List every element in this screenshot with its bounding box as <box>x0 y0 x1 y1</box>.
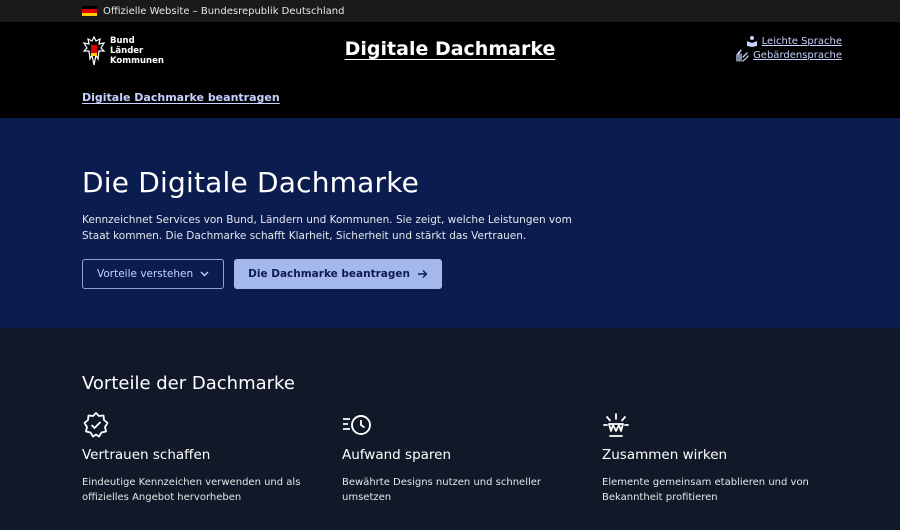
clock-fast-icon <box>343 415 371 435</box>
chevron-down-icon <box>200 271 209 277</box>
sign-language-link[interactable]: Gebärdensprache <box>735 49 842 62</box>
easy-language-link[interactable]: Leichte Sprache <box>746 35 842 47</box>
benefit-card-together: Zusammen wirken Elemente gemeinsam etabl… <box>602 410 862 505</box>
hero-section: Die Digitale Dachmarke Kennzeichnet Serv… <box>0 118 900 328</box>
badge-check-icon <box>83 412 109 438</box>
benefit-title-together: Zusammen wirken <box>602 447 728 463</box>
hero-description: Kennzeichnet Services von Bund, Ländern … <box>82 214 572 242</box>
official-website-bar: Offizielle Website – Bundesrepublik Deut… <box>0 0 900 22</box>
official-website-text: Offizielle Website – Bundesrepublik Deut… <box>103 5 345 17</box>
benefits-title: Vorteile der Dachmarke <box>82 373 295 394</box>
understand-benefits-button[interactable]: Vorteile verstehen <box>82 259 225 289</box>
benefits-section: Vorteile der Dachmarke Vertrauen schaffe… <box>0 328 900 505</box>
hero-title: Die Digitale Dachmarke <box>82 166 420 199</box>
benefit-card-effort: Aufwand sparen Bewährte Designs nutzen u… <box>342 410 602 505</box>
german-flag-icon <box>82 6 97 16</box>
apply-dachmarke-label: Die Dachmarke beantragen <box>248 268 411 280</box>
easy-language-icon <box>746 36 757 47</box>
language-links: Leichte Sprache Gebärdensprache <box>735 35 842 62</box>
benefit-text-effort: Bewährte Designs nutzen und schneller um… <box>342 477 542 503</box>
benefit-text-trust: Eindeutige Kennzeichen verwenden und als… <box>82 477 301 503</box>
sparkle-icon <box>603 413 629 437</box>
arrow-right-icon <box>418 270 428 278</box>
easy-language-label: Leichte Sprache <box>761 35 842 47</box>
benefit-title-effort: Aufwand sparen <box>342 447 452 463</box>
benefit-text-together: Elemente gemeinsam etablieren und von Be… <box>602 477 809 503</box>
apply-nav-link[interactable]: Digitale Dachmarke beantragen <box>82 91 280 104</box>
benefit-title-trust: Vertrauen schaffen <box>82 447 211 463</box>
benefit-card-trust: Vertrauen schaffen Eindeutige Kennzeiche… <box>82 410 342 505</box>
apply-dachmarke-button[interactable]: Die Dachmarke beantragen <box>234 259 443 289</box>
sign-language-label: Gebärdensprache <box>753 50 842 61</box>
understand-benefits-label: Vorteile verstehen <box>97 268 194 280</box>
sign-language-icon <box>736 49 749 62</box>
site-header: Bund Länder Kommunen Digitale Dachmarke … <box>0 22 900 118</box>
